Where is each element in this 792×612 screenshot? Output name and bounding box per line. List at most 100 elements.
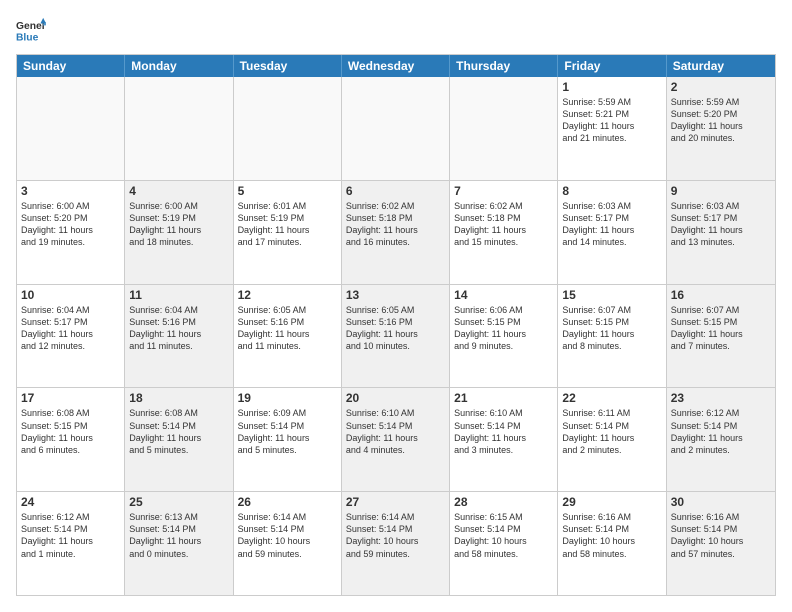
day-info: Sunrise: 6:14 AM Sunset: 5:14 PM Dayligh…: [346, 511, 445, 560]
day-info: Sunrise: 6:02 AM Sunset: 5:18 PM Dayligh…: [454, 200, 553, 249]
calendar-cell: 13Sunrise: 6:05 AM Sunset: 5:16 PM Dayli…: [342, 285, 450, 388]
calendar-week-1: 1 Sunrise: 5:59 AM Sunset: 5:21 PM Daylig…: [17, 77, 775, 180]
calendar-cell: 6 Sunrise: 6:02 AM Sunset: 5:18 PM Daylig…: [342, 181, 450, 284]
day-number: 10: [21, 288, 120, 302]
header-day-wednesday: Wednesday: [342, 55, 450, 77]
calendar-cell: 4 Sunrise: 6:00 AM Sunset: 5:19 PM Daylig…: [125, 181, 233, 284]
svg-text:Blue: Blue: [16, 32, 39, 43]
day-info: Sunrise: 5:59 AM Sunset: 5:20 PM Dayligh…: [671, 96, 771, 145]
day-info: Sunrise: 6:07 AM Sunset: 5:15 PM Dayligh…: [671, 304, 771, 353]
calendar-cell: 18 Sunrise: 6:08 AM Sunset: 5:14 PM Dayli…: [125, 388, 233, 491]
day-info: Sunrise: 6:08 AM Sunset: 5:14 PM Dayligh…: [129, 407, 228, 456]
day-number: 23: [671, 391, 771, 405]
day-info: Sunrise: 6:04 AM Sunset: 5:17 PM Dayligh…: [21, 304, 120, 353]
calendar-cell: 23 Sunrise: 6:12 AM Sunset: 5:14 PM Dayli…: [667, 388, 775, 491]
calendar-cell: [17, 77, 125, 180]
calendar-cell: 16 Sunrise: 6:07 AM Sunset: 5:15 PM Dayli…: [667, 285, 775, 388]
day-number: 1: [562, 80, 661, 94]
calendar-cell: 20 Sunrise: 6:10 AM Sunset: 5:14 PM Dayli…: [342, 388, 450, 491]
day-number: 26: [238, 495, 337, 509]
calendar-cell: [450, 77, 558, 180]
day-info: Sunrise: 6:05 AM Sunset: 5:16 PM Dayligh…: [346, 304, 445, 353]
day-number: 4: [129, 184, 228, 198]
day-info: Sunrise: 6:06 AM Sunset: 5:15 PM Dayligh…: [454, 304, 553, 353]
day-info: Sunrise: 6:13 AM Sunset: 5:14 PM Dayligh…: [129, 511, 228, 560]
day-number: 20: [346, 391, 445, 405]
day-info: Sunrise: 5:59 AM Sunset: 5:21 PM Dayligh…: [562, 96, 661, 145]
calendar-cell: 2 Sunrise: 5:59 AM Sunset: 5:20 PM Daylig…: [667, 77, 775, 180]
calendar-cell: 21 Sunrise: 6:10 AM Sunset: 5:14 PM Dayli…: [450, 388, 558, 491]
calendar-cell: 24 Sunrise: 6:12 AM Sunset: 5:14 PM Dayli…: [17, 492, 125, 595]
header-day-thursday: Thursday: [450, 55, 558, 77]
day-info: Sunrise: 6:16 AM Sunset: 5:14 PM Dayligh…: [671, 511, 771, 560]
calendar-cell: 14 Sunrise: 6:06 AM Sunset: 5:15 PM Dayli…: [450, 285, 558, 388]
day-number: 14: [454, 288, 553, 302]
calendar-week-2: 3 Sunrise: 6:00 AM Sunset: 5:20 PM Daylig…: [17, 180, 775, 284]
day-number: 6: [346, 184, 445, 198]
day-info: Sunrise: 6:16 AM Sunset: 5:14 PM Dayligh…: [562, 511, 661, 560]
calendar-cell: 15Sunrise: 6:07 AM Sunset: 5:15 PM Dayli…: [558, 285, 666, 388]
day-number: 3: [21, 184, 120, 198]
day-info: Sunrise: 6:15 AM Sunset: 5:14 PM Dayligh…: [454, 511, 553, 560]
calendar-cell: 26 Sunrise: 6:14 AM Sunset: 5:14 PM Dayli…: [234, 492, 342, 595]
day-number: 19: [238, 391, 337, 405]
day-info: Sunrise: 6:00 AM Sunset: 5:19 PM Dayligh…: [129, 200, 228, 249]
day-info: Sunrise: 6:14 AM Sunset: 5:14 PM Dayligh…: [238, 511, 337, 560]
day-number: 22: [562, 391, 661, 405]
calendar-cell: 27 Sunrise: 6:14 AM Sunset: 5:14 PM Dayli…: [342, 492, 450, 595]
calendar-cell: 8Sunrise: 6:03 AM Sunset: 5:17 PM Daylig…: [558, 181, 666, 284]
header-day-monday: Monday: [125, 55, 233, 77]
day-number: 16: [671, 288, 771, 302]
calendar-week-4: 17Sunrise: 6:08 AM Sunset: 5:15 PM Dayli…: [17, 387, 775, 491]
calendar-cell: 28 Sunrise: 6:15 AM Sunset: 5:14 PM Dayli…: [450, 492, 558, 595]
calendar-body: 1 Sunrise: 5:59 AM Sunset: 5:21 PM Daylig…: [17, 77, 775, 595]
header-day-friday: Friday: [558, 55, 666, 77]
day-info: Sunrise: 6:10 AM Sunset: 5:14 PM Dayligh…: [454, 407, 553, 456]
calendar-cell: 3 Sunrise: 6:00 AM Sunset: 5:20 PM Daylig…: [17, 181, 125, 284]
calendar-cell: 19 Sunrise: 6:09 AM Sunset: 5:14 PM Dayli…: [234, 388, 342, 491]
day-info: Sunrise: 6:08 AM Sunset: 5:15 PM Dayligh…: [21, 407, 120, 456]
day-info: Sunrise: 6:09 AM Sunset: 5:14 PM Dayligh…: [238, 407, 337, 456]
logo: General Blue: [16, 16, 46, 46]
day-number: 24: [21, 495, 120, 509]
calendar: SundayMondayTuesdayWednesdayThursdayFrid…: [16, 54, 776, 596]
day-number: 28: [454, 495, 553, 509]
day-info: Sunrise: 6:03 AM Sunset: 5:17 PM Dayligh…: [562, 200, 661, 249]
calendar-cell: 25 Sunrise: 6:13 AM Sunset: 5:14 PM Dayli…: [125, 492, 233, 595]
header-day-tuesday: Tuesday: [234, 55, 342, 77]
day-number: 27: [346, 495, 445, 509]
day-number: 11: [129, 288, 228, 302]
day-number: 7: [454, 184, 553, 198]
day-number: 21: [454, 391, 553, 405]
day-info: Sunrise: 6:12 AM Sunset: 5:14 PM Dayligh…: [21, 511, 120, 560]
calendar-cell: 7 Sunrise: 6:02 AM Sunset: 5:18 PM Daylig…: [450, 181, 558, 284]
day-number: 29: [562, 495, 661, 509]
day-number: 5: [238, 184, 337, 198]
day-number: 25: [129, 495, 228, 509]
day-info: Sunrise: 6:00 AM Sunset: 5:20 PM Dayligh…: [21, 200, 120, 249]
calendar-cell: 1 Sunrise: 5:59 AM Sunset: 5:21 PM Daylig…: [558, 77, 666, 180]
day-info: Sunrise: 6:02 AM Sunset: 5:18 PM Dayligh…: [346, 200, 445, 249]
day-info: Sunrise: 6:07 AM Sunset: 5:15 PM Dayligh…: [562, 304, 661, 353]
day-info: Sunrise: 6:10 AM Sunset: 5:14 PM Dayligh…: [346, 407, 445, 456]
day-number: 2: [671, 80, 771, 94]
calendar-cell: 5 Sunrise: 6:01 AM Sunset: 5:19 PM Daylig…: [234, 181, 342, 284]
day-info: Sunrise: 6:04 AM Sunset: 5:16 PM Dayligh…: [129, 304, 228, 353]
day-info: Sunrise: 6:11 AM Sunset: 5:14 PM Dayligh…: [562, 407, 661, 456]
calendar-header: SundayMondayTuesdayWednesdayThursdayFrid…: [17, 55, 775, 77]
day-info: Sunrise: 6:01 AM Sunset: 5:19 PM Dayligh…: [238, 200, 337, 249]
day-info: Sunrise: 6:12 AM Sunset: 5:14 PM Dayligh…: [671, 407, 771, 456]
calendar-cell: 12Sunrise: 6:05 AM Sunset: 5:16 PM Dayli…: [234, 285, 342, 388]
calendar-cell: 11 Sunrise: 6:04 AM Sunset: 5:16 PM Dayli…: [125, 285, 233, 388]
calendar-cell: 10 Sunrise: 6:04 AM Sunset: 5:17 PM Dayli…: [17, 285, 125, 388]
calendar-cell: 17Sunrise: 6:08 AM Sunset: 5:15 PM Dayli…: [17, 388, 125, 491]
header-day-sunday: Sunday: [17, 55, 125, 77]
day-number: 18: [129, 391, 228, 405]
day-info: Sunrise: 6:03 AM Sunset: 5:17 PM Dayligh…: [671, 200, 771, 249]
calendar-week-5: 24 Sunrise: 6:12 AM Sunset: 5:14 PM Dayli…: [17, 491, 775, 595]
calendar-cell: 30 Sunrise: 6:16 AM Sunset: 5:14 PM Dayli…: [667, 492, 775, 595]
calendar-cell: 9Sunrise: 6:03 AM Sunset: 5:17 PM Daylig…: [667, 181, 775, 284]
day-number: 30: [671, 495, 771, 509]
header-day-saturday: Saturday: [667, 55, 775, 77]
page-header: General Blue: [16, 16, 776, 46]
